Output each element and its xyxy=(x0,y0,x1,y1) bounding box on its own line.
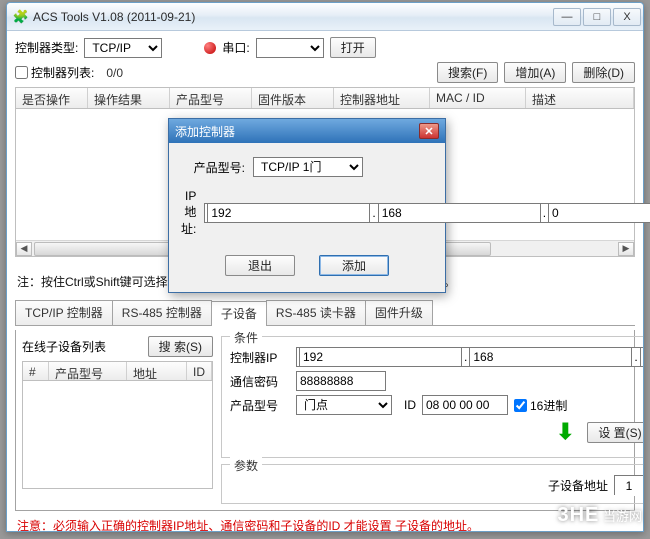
minimize-button[interactable]: — xyxy=(553,8,581,26)
subaddr-label: 子设备地址 xyxy=(548,477,608,494)
toolbar-row-2: 控制器列表: 0/0 搜索(F) 增加(A) 删除(D) xyxy=(15,62,635,83)
sub-table: # 产品型号 地址 ID xyxy=(22,361,213,489)
ip-seg-1[interactable] xyxy=(299,347,462,367)
subaddr-input[interactable] xyxy=(615,476,643,496)
dip3[interactable] xyxy=(548,203,650,223)
tab-tcpip[interactable]: TCP/IP 控制器 xyxy=(15,300,113,325)
dialog-ip-input[interactable]: . . . xyxy=(204,203,650,223)
conditions-group: 条件 控制器IP . . . 通信密码 xyxy=(221,336,643,458)
controller-list-count: 0/0 xyxy=(106,66,123,80)
th-address[interactable]: 控制器地址 xyxy=(334,88,430,108)
set-button[interactable]: 设 置(S) xyxy=(587,422,643,443)
controller-list-check[interactable] xyxy=(15,66,28,79)
params-group: 参数 子设备地址 ▲▼ xyxy=(221,464,643,504)
hex-label: 16进制 xyxy=(530,397,567,414)
status-dot-icon xyxy=(204,42,216,54)
serial-select[interactable] xyxy=(256,38,324,58)
hex-check[interactable] xyxy=(514,399,527,412)
table-header[interactable]: 是否操作 操作结果 产品型号 固件版本 控制器地址 MAC / ID 描述 xyxy=(15,87,635,109)
model-select[interactable]: 门点 xyxy=(296,395,392,415)
id-input[interactable] xyxy=(422,395,508,415)
controller-type-select[interactable]: TCP/IP xyxy=(84,38,162,58)
th-model[interactable]: 产品型号 xyxy=(170,88,252,108)
dialog-titlebar[interactable]: 添加控制器 ✕ xyxy=(169,119,445,143)
dialog-title: 添加控制器 xyxy=(175,123,235,140)
warning-text: 注意：必须输入正确的控制器IP地址、通信密码和子设备的ID 才能设置 子设备的地… xyxy=(15,515,635,531)
conditions-legend: 条件 xyxy=(230,329,262,346)
titlebar[interactable]: 🧩 ACS Tools V1.08 (2011-09-21) — □ X xyxy=(7,3,643,31)
serial-label: 串口: xyxy=(222,39,249,56)
delete-button[interactable]: 删除(D) xyxy=(572,62,635,83)
sth-addr[interactable]: 地址 xyxy=(127,362,187,380)
sub-table-body[interactable] xyxy=(22,381,213,489)
ip-seg-3[interactable] xyxy=(640,347,643,367)
close-button[interactable]: X xyxy=(613,8,641,26)
search-button[interactable]: 搜索(F) xyxy=(437,62,498,83)
left-search-button[interactable]: 搜 索(S) xyxy=(148,336,213,357)
model-label: 产品型号 xyxy=(230,397,290,414)
online-list-label: 在线子设备列表 xyxy=(22,338,106,355)
app-icon: 🧩 xyxy=(13,9,29,25)
pwd-label: 通信密码 xyxy=(230,373,290,390)
dialog-model-label: 产品型号: xyxy=(181,159,245,176)
tab-rs485-reader[interactable]: RS-485 读卡器 xyxy=(266,300,366,325)
watermark-brand: 3HE xyxy=(557,504,599,526)
scroll-left-icon[interactable]: ◀ xyxy=(16,242,32,256)
dialog-add-button[interactable]: 添加 xyxy=(319,255,389,276)
tabs: TCP/IP 控制器 RS-485 控制器 子设备 RS-485 读卡器 固件升… xyxy=(15,300,635,326)
params-legend: 参数 xyxy=(230,457,262,474)
th-firmware[interactable]: 固件版本 xyxy=(252,88,334,108)
dip1[interactable] xyxy=(207,203,370,223)
id-label: ID xyxy=(398,398,416,412)
sth-model[interactable]: 产品型号 xyxy=(49,362,127,380)
controller-list-label: 控制器列表: xyxy=(31,64,94,81)
hex-checkbox[interactable]: 16进制 xyxy=(514,397,567,414)
scroll-right-icon[interactable]: ▶ xyxy=(618,242,634,256)
sub-table-header[interactable]: # 产品型号 地址 ID xyxy=(22,361,213,381)
watermark-text: 当游网 xyxy=(599,509,642,524)
sth-num[interactable]: # xyxy=(23,362,49,380)
subaddr-spinner[interactable]: ▲▼ xyxy=(614,475,643,495)
arrow-down-icon: ⬇ xyxy=(553,419,577,445)
th-result[interactable]: 操作结果 xyxy=(88,88,170,108)
controller-ip-input[interactable]: . . . xyxy=(296,347,643,367)
controller-list-checkbox[interactable]: 控制器列表: xyxy=(15,64,94,81)
dialog-ip-label: IP地址: xyxy=(181,189,196,237)
watermark: 3HE 当游网 xyxy=(557,504,642,527)
th-desc[interactable]: 描述 xyxy=(526,88,634,108)
tab-rs485-controller[interactable]: RS-485 控制器 xyxy=(112,300,212,325)
pwd-input[interactable] xyxy=(296,371,386,391)
left-header-row: 在线子设备列表 搜 索(S) xyxy=(22,336,213,357)
ip-seg-2[interactable] xyxy=(469,347,632,367)
ip-label: 控制器IP xyxy=(230,349,290,366)
tab-firmware[interactable]: 固件升级 xyxy=(365,300,433,325)
tab-subdevice[interactable]: 子设备 xyxy=(211,301,267,326)
dialog-model-select[interactable]: TCP/IP 1门 xyxy=(253,157,363,177)
right-column: 条件 控制器IP . . . 通信密码 xyxy=(221,336,643,504)
add-controller-dialog: 添加控制器 ✕ 产品型号: TCP/IP 1门 IP地址: . . . 退出 添… xyxy=(168,118,446,293)
add-button[interactable]: 增加(A) xyxy=(504,62,566,83)
maximize-button[interactable]: □ xyxy=(583,8,611,26)
window-buttons: — □ X xyxy=(551,8,641,26)
th-operate[interactable]: 是否操作 xyxy=(16,88,88,108)
th-macid[interactable]: MAC / ID xyxy=(430,88,526,108)
dialog-close-button[interactable]: ✕ xyxy=(419,123,439,139)
sth-id[interactable]: ID xyxy=(187,362,212,380)
dip2[interactable] xyxy=(378,203,541,223)
left-column: 在线子设备列表 搜 索(S) # 产品型号 地址 ID xyxy=(22,336,213,504)
dialog-exit-button[interactable]: 退出 xyxy=(225,255,295,276)
toolbar-row-1: 控制器类型: TCP/IP 串口: 打开 xyxy=(15,37,635,58)
controller-type-label: 控制器类型: xyxy=(15,39,78,56)
dialog-body: 产品型号: TCP/IP 1门 IP地址: . . . 退出 添加 xyxy=(169,143,445,292)
tab-panel: 在线子设备列表 搜 索(S) # 产品型号 地址 ID 条件 xyxy=(15,330,635,511)
open-button[interactable]: 打开 xyxy=(330,37,376,58)
window-title: ACS Tools V1.08 (2011-09-21) xyxy=(33,10,551,24)
